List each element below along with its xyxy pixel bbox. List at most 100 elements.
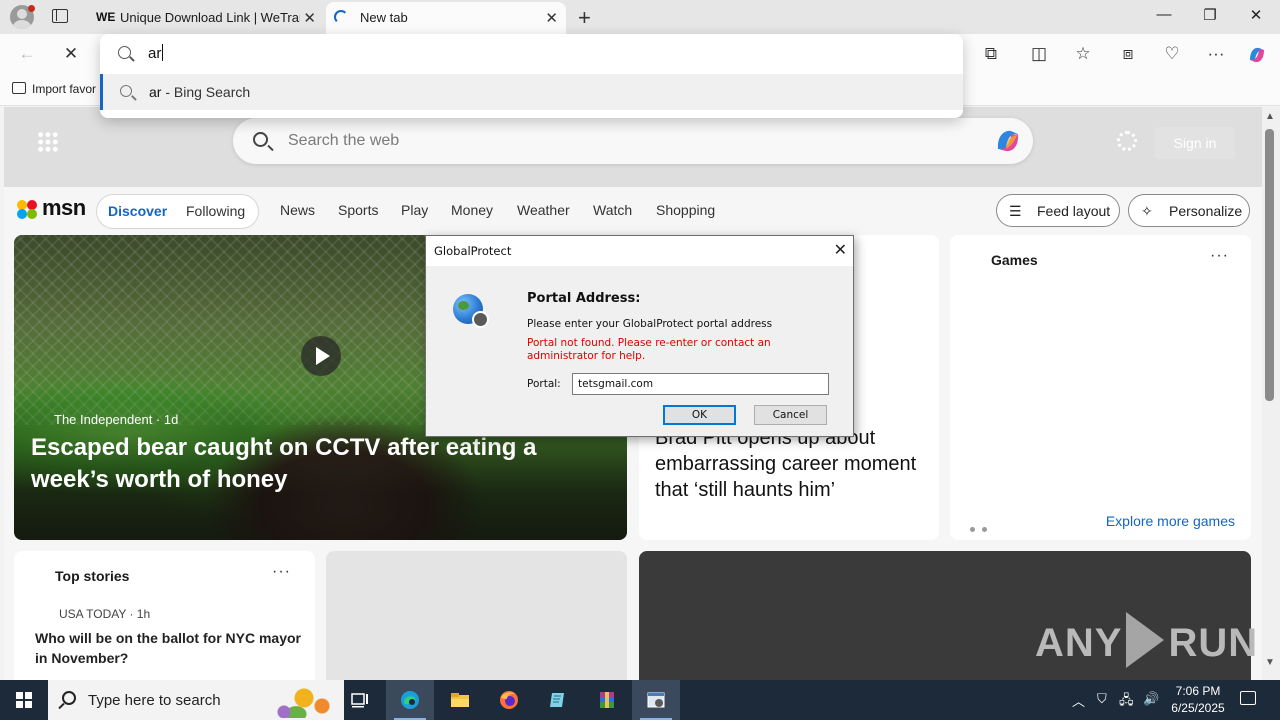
placeholder-card [326, 551, 627, 680]
nav-money[interactable]: Money [451, 202, 493, 218]
tab-wetransfer[interactable]: WE Unique Download Link | WeTransfer ✕ [86, 2, 324, 34]
address-bar-dropdown: ar ar - Bing Search [100, 34, 963, 118]
story-source: USA TODAY · 1h [59, 607, 151, 621]
scroll-app-icon[interactable] [534, 680, 582, 720]
loading-spinner-icon [334, 10, 348, 24]
tab-close-icon[interactable]: ✕ [303, 9, 316, 27]
task-view-icon[interactable] [336, 680, 384, 720]
volume-icon[interactable]: 🔊 [1143, 691, 1159, 707]
web-search-placeholder: Search the web [288, 132, 400, 149]
top-stories-card: Top stories ··· USA TODAY · 1h Who will … [14, 551, 315, 680]
favorites-icon[interactable]: ☆ [1072, 44, 1094, 64]
address-input[interactable]: ar [148, 44, 164, 62]
search-icon [120, 85, 132, 97]
back-icon[interactable]: ← [16, 44, 38, 64]
page-settings-icon[interactable] [1117, 131, 1137, 151]
more-options-icon[interactable]: ··· [272, 563, 291, 581]
games-title: Games [991, 252, 1038, 268]
globalprotect-dialog: GlobalProtect ✕ Portal Address: Please e… [425, 235, 854, 437]
edge-taskbar-icon[interactable] [386, 680, 434, 720]
winrar-icon[interactable] [583, 680, 631, 720]
tab-new-tab[interactable]: New tab ✕ [326, 2, 566, 34]
error-message: Portal not found. Please re-enter or con… [527, 337, 771, 362]
tab-following[interactable]: Following [186, 203, 245, 219]
play-icon[interactable] [301, 336, 341, 376]
split-screen-icon[interactable]: ◫ [1028, 44, 1050, 64]
web-search-box[interactable]: Search the web [233, 118, 1033, 164]
ok-button[interactable]: OK [663, 405, 736, 425]
search-suggestion[interactable]: ar - Bing Search [100, 74, 963, 110]
portal-input[interactable]: tetsgmail.com [572, 373, 829, 395]
suggestion-text: ar - Bing Search [149, 84, 251, 100]
games-card: Games ··· Explore more games [950, 235, 1251, 540]
file-explorer-icon[interactable] [436, 680, 484, 720]
explore-more-games-link[interactable]: Explore more games [1106, 513, 1235, 529]
story-headline[interactable]: Escaped bear caught on CCTV after eating… [31, 432, 616, 496]
story-source: The Independent · 1d [54, 412, 179, 427]
nav-sports[interactable]: Sports [338, 202, 378, 218]
more-options-icon[interactable]: ··· [1210, 247, 1229, 265]
copilot-logo-icon[interactable] [993, 127, 1023, 155]
feed-tabs: Discover Following [96, 194, 259, 229]
portal-label: Portal: [527, 378, 561, 390]
tab-title: New tab [360, 10, 408, 25]
dialog-title: GlobalProtect [434, 244, 512, 258]
dialog-heading: Portal Address: [527, 291, 641, 306]
scroll-up-icon[interactable]: ▲ [1265, 111, 1275, 122]
nav-play[interactable]: Play [401, 202, 428, 218]
wetransfer-favicon-icon: WE [96, 10, 116, 24]
notifications-icon[interactable] [1240, 691, 1256, 705]
nav-news[interactable]: News [280, 202, 315, 218]
clock[interactable]: 7:06 PM 6/25/2025 [1163, 683, 1233, 717]
scroll-down-icon[interactable]: ▼ [1265, 657, 1275, 668]
msn-header: Search the web Sign in [4, 107, 1262, 187]
browser-essentials-icon[interactable]: ♡ [1161, 44, 1183, 64]
address-bar[interactable]: ar [100, 34, 963, 74]
cancel-button[interactable]: Cancel [754, 405, 827, 425]
top-stories-title: Top stories [55, 568, 130, 584]
stop-loading-icon[interactable]: ✕ [60, 44, 82, 64]
story-headline[interactable]: Who will be on the ballot for NYC mayor … [35, 628, 305, 668]
text-caret [162, 44, 164, 61]
nav-weather[interactable]: Weather [517, 202, 570, 218]
anyrun-watermark: ANY RUN [1035, 612, 1258, 668]
dialog-close-icon[interactable]: ✕ [834, 240, 847, 259]
globalprotect-taskbar-icon[interactable] [632, 680, 680, 720]
taskbar: Type here to search ︿ ⛉ 🖧 🔊 7:06 PM 6/25… [0, 680, 1280, 720]
settings-more-icon[interactable]: ··· [1205, 44, 1227, 64]
dialog-titlebar[interactable]: GlobalProtect ✕ [426, 236, 853, 266]
tab-close-icon[interactable]: ✕ [545, 9, 558, 27]
minimize-icon[interactable]: — [1154, 6, 1174, 23]
copilot-icon[interactable] [1246, 44, 1268, 71]
page-scrollbar[interactable]: ▲ ▼ [1262, 107, 1280, 680]
personalize-button[interactable]: ✧ Personalize [1128, 194, 1250, 227]
import-favorites-button[interactable]: Import favor [12, 82, 96, 96]
extensions-icon[interactable]: ⧉ [980, 44, 1002, 64]
profile-notification-dot [28, 5, 35, 12]
app-launcher-icon[interactable] [37, 131, 59, 153]
search-icon [118, 46, 131, 59]
security-tray-icon[interactable]: ⛉ [1097, 691, 1107, 707]
collections-icon[interactable]: ⧈ [1117, 44, 1139, 64]
feed-layout-button[interactable]: ☰ Feed layout [996, 194, 1120, 227]
new-tab-icon[interactable]: + [578, 5, 591, 31]
restore-icon[interactable]: ❐ [1200, 6, 1220, 24]
scrollbar-thumb[interactable] [1265, 129, 1274, 401]
search-highlight-icon [266, 684, 336, 718]
taskbar-search[interactable]: Type here to search [48, 680, 344, 720]
search-icon [62, 691, 76, 705]
play-triangle-icon [1126, 612, 1165, 668]
show-hidden-icons-icon[interactable]: ︿ [1072, 691, 1085, 710]
network-icon[interactable]: 🖧 [1119, 691, 1134, 713]
taskbar-search-placeholder: Type here to search [88, 692, 221, 709]
window-close-icon[interactable]: ✕ [1246, 6, 1266, 24]
sign-in-button[interactable]: Sign in [1155, 127, 1235, 159]
tab-discover[interactable]: Discover [108, 203, 167, 219]
nav-shopping[interactable]: Shopping [656, 202, 715, 218]
firefox-icon[interactable] [485, 680, 533, 720]
tab-actions-icon[interactable] [52, 9, 68, 23]
dialog-message: Please enter your GlobalProtect portal a… [527, 318, 773, 330]
nav-watch[interactable]: Watch [593, 202, 632, 218]
start-button[interactable] [0, 680, 48, 720]
carousel-dots[interactable] [970, 519, 994, 537]
